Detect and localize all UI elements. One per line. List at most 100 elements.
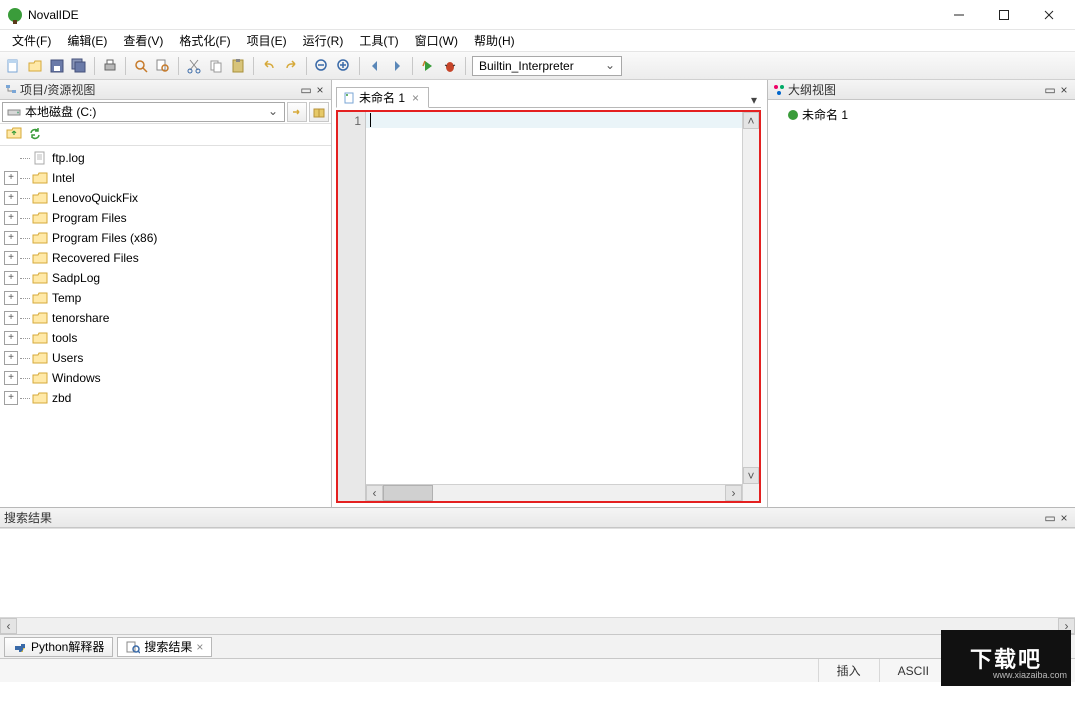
menu-file[interactable]: 文件(F) bbox=[4, 30, 59, 51]
tree-row[interactable]: +zbd bbox=[0, 388, 331, 408]
panel-minimize-icon[interactable]: ▭ bbox=[299, 83, 313, 97]
find-in-files-icon[interactable] bbox=[154, 57, 172, 75]
tree-row[interactable]: +Recovered Files bbox=[0, 248, 331, 268]
tree-item-label: Windows bbox=[52, 371, 101, 385]
folder-icon bbox=[32, 371, 48, 385]
bottom-tab-strip: Python解释器 搜索结果 × bbox=[0, 634, 1075, 658]
search-panel-header: 搜索结果 ▭ × bbox=[0, 508, 1075, 528]
menu-view[interactable]: 查看(V) bbox=[115, 30, 171, 51]
expand-icon[interactable]: + bbox=[4, 351, 18, 365]
outline-body[interactable]: 未命名 1 bbox=[768, 100, 1075, 507]
caret bbox=[370, 113, 371, 127]
tab-list-dropdown-icon[interactable]: ▾ bbox=[747, 93, 761, 107]
menu-tools[interactable]: 工具(T) bbox=[351, 30, 406, 51]
scroll-down-icon[interactable]: ˅ bbox=[743, 467, 759, 484]
debug-icon[interactable] bbox=[441, 57, 459, 75]
folder-icon bbox=[32, 331, 48, 345]
code-area[interactable]: ‹ › bbox=[366, 112, 742, 501]
tree-row[interactable]: + tools bbox=[0, 328, 331, 348]
search-hscrollbar[interactable]: ‹ › bbox=[0, 617, 1075, 634]
cut-icon[interactable] bbox=[185, 57, 203, 75]
panel-minimize-icon[interactable]: ▭ bbox=[1043, 83, 1057, 97]
drive-select[interactable]: 本地磁盘 (C:) bbox=[2, 102, 285, 122]
zoom-in-icon[interactable] bbox=[335, 57, 353, 75]
maximize-button[interactable] bbox=[981, 0, 1026, 29]
expand-icon[interactable]: + bbox=[4, 371, 18, 385]
nav-forward-icon[interactable] bbox=[388, 57, 406, 75]
tree-row[interactable]: +Program Files (x86) bbox=[0, 228, 331, 248]
menu-help[interactable]: 帮助(H) bbox=[466, 30, 523, 51]
outline-item[interactable]: 未命名 1 bbox=[772, 104, 1071, 125]
bottom-tab-search[interactable]: 搜索结果 × bbox=[117, 637, 212, 657]
scroll-left-icon[interactable]: ‹ bbox=[366, 485, 383, 501]
interpreter-select[interactable]: Builtin_Interpreter bbox=[472, 56, 622, 76]
tree-row[interactable]: + Windows bbox=[0, 368, 331, 388]
bottom-tab-close-icon[interactable]: × bbox=[196, 640, 203, 654]
outline-panel-header: 大纲视图 ▭ × bbox=[768, 80, 1075, 100]
save-icon[interactable] bbox=[48, 57, 66, 75]
expand-icon[interactable]: + bbox=[4, 231, 18, 245]
tree-row[interactable]: +LenovoQuickFix bbox=[0, 188, 331, 208]
menu-project[interactable]: 项目(E) bbox=[239, 30, 295, 51]
up-folder-icon[interactable] bbox=[6, 126, 22, 143]
project-panel: 项目/资源视图 ▭ × 本地磁盘 (C:) ftp.log+Intel+Leno… bbox=[0, 80, 332, 507]
undo-icon[interactable] bbox=[260, 57, 278, 75]
menu-edit[interactable]: 编辑(E) bbox=[59, 30, 115, 51]
tree-item-label: tools bbox=[52, 331, 77, 345]
open-icon[interactable] bbox=[26, 57, 44, 75]
tree-row[interactable]: +Temp bbox=[0, 288, 331, 308]
expand-icon[interactable]: + bbox=[4, 211, 18, 225]
panel-close-icon[interactable]: × bbox=[1057, 511, 1071, 525]
line-number: 1 bbox=[354, 114, 361, 128]
goto-button[interactable] bbox=[287, 102, 307, 122]
expand-icon[interactable]: + bbox=[4, 311, 18, 325]
panel-close-icon[interactable]: × bbox=[313, 83, 327, 97]
copy-icon[interactable] bbox=[207, 57, 225, 75]
menu-window[interactable]: 窗口(W) bbox=[407, 30, 466, 51]
search-panel-title: 搜索结果 bbox=[4, 509, 52, 526]
new-file-icon[interactable] bbox=[4, 57, 22, 75]
tree-row[interactable]: ftp.log bbox=[0, 148, 331, 168]
scroll-right-icon[interactable]: › bbox=[725, 485, 742, 501]
expand-icon[interactable]: + bbox=[4, 391, 18, 405]
close-button[interactable] bbox=[1026, 0, 1071, 29]
run-icon[interactable] bbox=[419, 57, 437, 75]
package-button[interactable] bbox=[309, 102, 329, 122]
file-tree[interactable]: ftp.log+Intel+LenovoQuickFix+Program Fil… bbox=[0, 146, 331, 507]
tree-row[interactable]: +tenorshare bbox=[0, 308, 331, 328]
outline-item-label: 未命名 1 bbox=[802, 106, 848, 123]
panel-minimize-icon[interactable]: ▭ bbox=[1043, 511, 1057, 525]
zoom-out-icon[interactable] bbox=[313, 57, 331, 75]
expand-icon[interactable]: + bbox=[4, 331, 18, 345]
tree-row[interactable]: +Program Files bbox=[0, 208, 331, 228]
minimize-button[interactable] bbox=[936, 0, 981, 29]
redo-icon[interactable] bbox=[282, 57, 300, 75]
find-icon[interactable] bbox=[132, 57, 150, 75]
search-body[interactable]: ‹ › bbox=[0, 528, 1075, 634]
menu-format[interactable]: 格式化(F) bbox=[171, 30, 238, 51]
editor-hscrollbar[interactable]: ‹ › bbox=[366, 484, 742, 501]
editor-vscrollbar[interactable]: ˄ ˅ bbox=[742, 112, 759, 501]
expand-icon[interactable]: + bbox=[4, 291, 18, 305]
app-icon bbox=[8, 8, 22, 22]
tree-row[interactable]: +Users bbox=[0, 348, 331, 368]
expand-icon[interactable]: + bbox=[4, 271, 18, 285]
save-all-icon[interactable] bbox=[70, 57, 88, 75]
expand-icon[interactable]: + bbox=[4, 171, 18, 185]
tree-row[interactable]: +SadpLog bbox=[0, 268, 331, 288]
expand-icon[interactable]: + bbox=[4, 191, 18, 205]
bottom-tab-python[interactable]: Python解释器 bbox=[4, 637, 113, 657]
panel-close-icon[interactable]: × bbox=[1057, 83, 1071, 97]
tab-close-icon[interactable]: × bbox=[409, 91, 422, 105]
nav-back-icon[interactable] bbox=[366, 57, 384, 75]
scroll-left-icon[interactable]: ‹ bbox=[0, 618, 17, 634]
tree-row[interactable]: +Intel bbox=[0, 168, 331, 188]
paste-icon[interactable] bbox=[229, 57, 247, 75]
print-icon[interactable] bbox=[101, 57, 119, 75]
scroll-up-icon[interactable]: ˄ bbox=[743, 112, 759, 129]
expand-icon[interactable]: + bbox=[4, 251, 18, 265]
menu-run[interactable]: 运行(R) bbox=[295, 30, 352, 51]
hscroll-thumb[interactable] bbox=[383, 485, 433, 501]
editor-tab[interactable]: 未命名 1 × bbox=[336, 87, 429, 108]
refresh-icon[interactable] bbox=[28, 126, 42, 143]
